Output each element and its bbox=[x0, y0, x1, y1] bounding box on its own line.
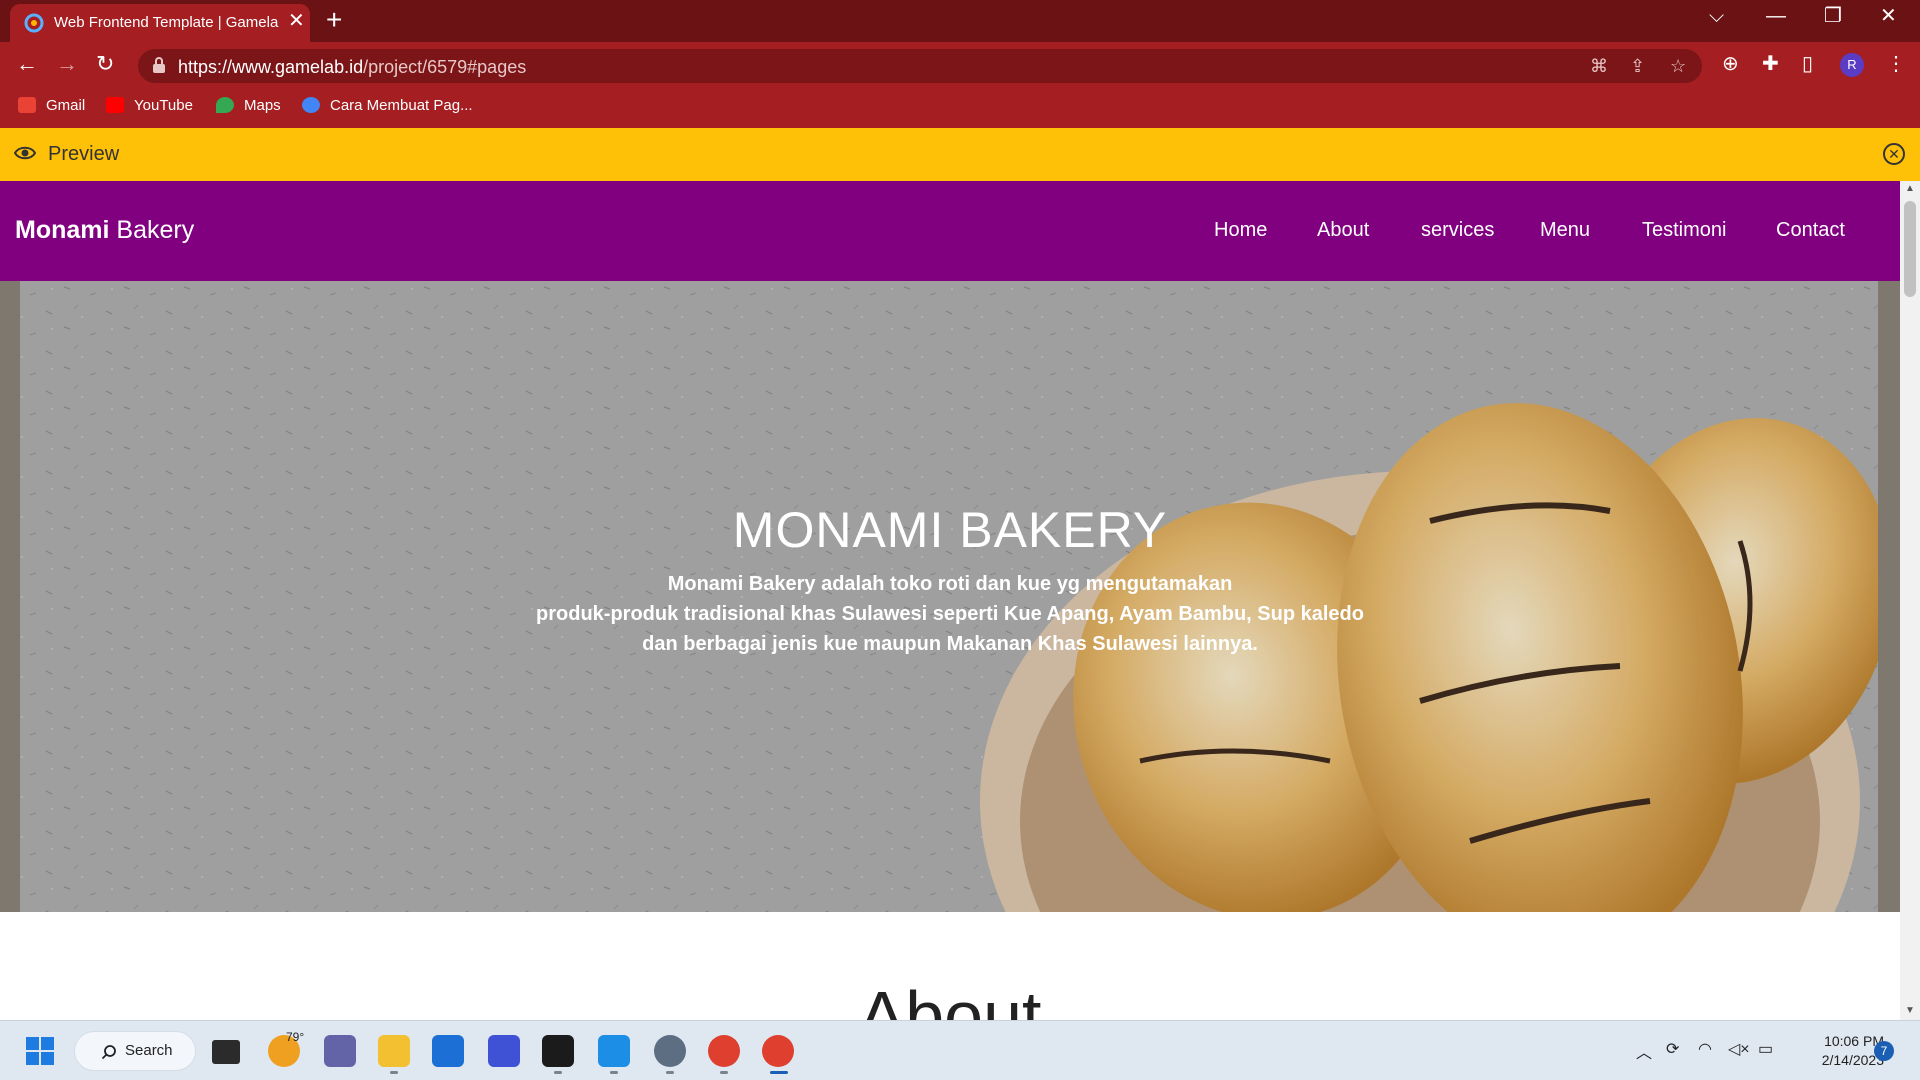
about-heading: About bbox=[858, 977, 1042, 1020]
tray-chevron-up-icon[interactable]: ︿ bbox=[1636, 1039, 1652, 1063]
preview-bar: Preview ✕ bbox=[0, 128, 1920, 181]
minimize-icon[interactable]: — bbox=[1766, 6, 1786, 26]
site-brand[interactable]: Monami Bakery bbox=[15, 216, 194, 245]
hero-right-frame bbox=[1878, 281, 1900, 912]
bookmark-gmail[interactable]: Gmail bbox=[18, 97, 85, 114]
back-arrow-icon[interactable]: ← bbox=[16, 52, 38, 76]
profile-avatar[interactable]: R bbox=[1840, 53, 1864, 77]
reload-icon[interactable]: ↻ bbox=[96, 52, 114, 76]
page-scrollbar[interactable]: ▲ ▼ bbox=[1900, 181, 1920, 1020]
kebab-menu-icon[interactable]: ⋮ bbox=[1886, 52, 1906, 76]
scroll-up-arrow-icon[interactable]: ▲ bbox=[1905, 183, 1915, 194]
hero-title: MONAMI BAKERY bbox=[732, 502, 1168, 558]
hero-line: dan berbagai jenis kue maupun Makanan Kh… bbox=[642, 633, 1258, 655]
eye-icon bbox=[14, 146, 36, 160]
side-panel-icon[interactable]: ▯ bbox=[1802, 52, 1813, 76]
running-indicator bbox=[610, 1071, 618, 1074]
maps-pin-icon bbox=[216, 97, 234, 113]
task-view-icon[interactable] bbox=[212, 1040, 240, 1064]
bookmark-youtube[interactable]: YouTube bbox=[106, 97, 193, 114]
hero-description: Monami Bakery adalah toko roti dan kue y… bbox=[500, 569, 1400, 659]
extension-plus-icon[interactable]: ⊕ bbox=[1722, 52, 1739, 76]
hero-left-frame bbox=[0, 281, 20, 912]
running-indicator bbox=[390, 1071, 398, 1074]
file-explorer-icon[interactable] bbox=[378, 1035, 410, 1067]
battery-icon[interactable]: ▭ bbox=[1758, 1039, 1773, 1059]
active-app-indicator bbox=[770, 1071, 788, 1074]
nav-testimoni[interactable]: Testimoni bbox=[1642, 219, 1726, 242]
hero-section: MONAMI BAKERY Monami Bakery adalah toko … bbox=[0, 281, 1900, 912]
forward-arrow-icon[interactable]: → bbox=[56, 52, 78, 76]
extensions-puzzle-icon[interactable]: ✚ bbox=[1762, 52, 1779, 76]
taskbar-search[interactable]: Search bbox=[74, 1031, 196, 1071]
store-app-icon[interactable] bbox=[488, 1035, 520, 1067]
gamelab-icon bbox=[302, 97, 320, 113]
hero-line: produk-produk tradisional khas Sulawesi … bbox=[536, 603, 1364, 625]
restore-icon[interactable]: ❐ bbox=[1824, 6, 1842, 26]
bookmark-maps[interactable]: Maps bbox=[216, 97, 281, 114]
window-close-icon[interactable]: ✕ bbox=[1880, 6, 1897, 26]
hero-line: Monami Bakery adalah toko roti dan kue y… bbox=[667, 573, 1233, 595]
clock-time: 10:06 PM bbox=[1824, 1033, 1884, 1049]
running-indicator bbox=[666, 1071, 674, 1074]
url-text[interactable]: https://www.gamelab.id/project/6579#page… bbox=[178, 57, 526, 78]
address-bar[interactable]: https://www.gamelab.id/project/6579#page… bbox=[138, 49, 1702, 83]
settings-gear-icon[interactable] bbox=[654, 1035, 686, 1067]
tab-title: Web Frontend Template | Gamela bbox=[54, 14, 279, 31]
nav-contact[interactable]: Contact bbox=[1776, 219, 1845, 242]
scrollbar-thumb[interactable] bbox=[1904, 201, 1916, 297]
tab-close-icon[interactable]: ✕ bbox=[288, 11, 305, 31]
volume-muted-icon[interactable]: ◁× bbox=[1728, 1039, 1750, 1059]
weather-temperature: 79° bbox=[286, 1030, 305, 1044]
terminal-icon[interactable] bbox=[542, 1035, 574, 1067]
running-indicator bbox=[720, 1071, 728, 1074]
chrome-profile-icon[interactable] bbox=[708, 1035, 740, 1067]
website-viewport: Monami Bakery Home About services Menu T… bbox=[0, 181, 1900, 1020]
nav-about[interactable]: About bbox=[1317, 219, 1369, 242]
new-tab-button[interactable]: + bbox=[326, 6, 342, 34]
lock-icon[interactable] bbox=[152, 57, 166, 73]
nav-menu[interactable]: Menu bbox=[1540, 219, 1590, 242]
tab-search-chevron-icon[interactable]: ⌵ bbox=[1709, 6, 1724, 26]
bookmark-star-icon[interactable]: ☆ bbox=[1670, 56, 1686, 77]
mail-icon[interactable] bbox=[432, 1035, 464, 1067]
clock-date: 2/14/2023 bbox=[1821, 1052, 1884, 1068]
nav-services[interactable]: services bbox=[1421, 219, 1494, 242]
browser-tab-strip: Web Frontend Template | Gamela ✕ + ⌵ — ❐… bbox=[0, 0, 1920, 42]
windows-taskbar: Search 79° ︿ ⟳ ◠ ◁× ▭ 10:06 PM 2/14/2023… bbox=[0, 1020, 1920, 1080]
notification-badge[interactable]: 7 bbox=[1874, 1041, 1894, 1061]
youtube-icon bbox=[106, 97, 124, 113]
bookmarks-bar: Gmail YouTube Maps Cara Membuat Pag... bbox=[0, 88, 1920, 128]
taskbar-clock[interactable]: 10:06 PM 2/14/2023 bbox=[1784, 1032, 1884, 1070]
sync-icon[interactable]: ⟳ bbox=[1666, 1039, 1679, 1059]
wifi-icon[interactable]: ◠ bbox=[1698, 1039, 1712, 1059]
close-preview-icon[interactable]: ✕ bbox=[1883, 143, 1905, 165]
taskbar-search-label: Search bbox=[125, 1042, 173, 1059]
site-navbar: Monami Bakery Home About services Menu T… bbox=[0, 181, 1900, 281]
windows-start-icon[interactable] bbox=[24, 1035, 56, 1067]
translate-icon[interactable]: ⌘ bbox=[1590, 56, 1608, 77]
share-icon[interactable]: ⇪ bbox=[1630, 56, 1645, 77]
gamelab-favicon-icon bbox=[24, 13, 44, 33]
browser-tab-active[interactable]: Web Frontend Template | Gamela ✕ bbox=[10, 4, 310, 42]
bookmark-cara-membuat[interactable]: Cara Membuat Pag... bbox=[302, 97, 473, 114]
browser-toolbar: ← → ↻ https://www.gamelab.id/project/657… bbox=[0, 42, 1920, 88]
teams-chat-icon[interactable] bbox=[324, 1035, 356, 1067]
nav-home[interactable]: Home bbox=[1214, 219, 1267, 242]
scroll-down-arrow-icon[interactable]: ▼ bbox=[1905, 1005, 1915, 1016]
chrome-active-icon[interactable] bbox=[762, 1035, 794, 1067]
vscode-icon[interactable] bbox=[598, 1035, 630, 1067]
running-indicator bbox=[554, 1071, 562, 1074]
search-icon bbox=[101, 1045, 116, 1060]
gmail-icon bbox=[18, 97, 36, 113]
preview-label: Preview bbox=[48, 143, 120, 165]
